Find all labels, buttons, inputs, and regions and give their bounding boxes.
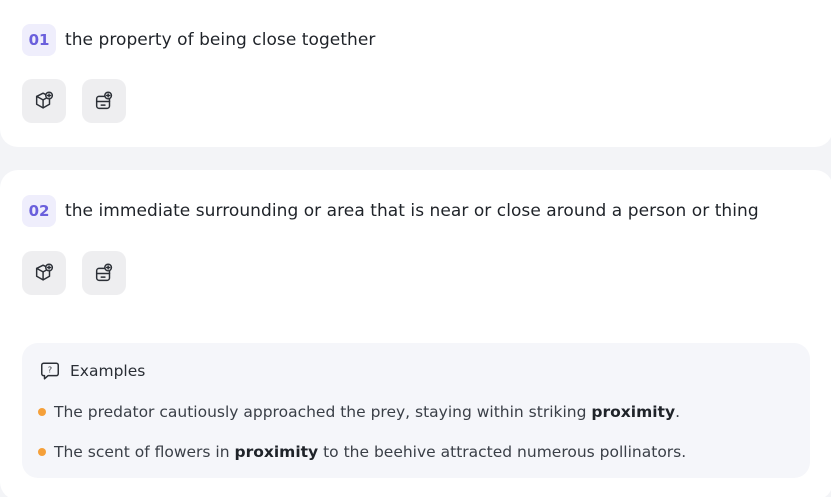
add-to-collection-button[interactable] <box>22 251 66 295</box>
svg-text:?: ? <box>48 364 52 374</box>
example-item: The scent of flowers in proximity to the… <box>38 440 686 464</box>
example-text-after: . <box>675 403 681 421</box>
example-text-before: The predator cautiously approached the p… <box>54 403 592 421</box>
definition-row-2: 02 the immediate surrounding or area tha… <box>22 195 759 227</box>
definition-row-1: 01 the property of being close together <box>22 24 375 56</box>
add-flashcard-button[interactable] <box>82 79 126 123</box>
cube-plus-icon <box>35 263 54 281</box>
definition-text: the immediate surrounding or area that i… <box>65 201 759 221</box>
definition-text: the property of being close together <box>65 30 376 50</box>
definition-actions-2 <box>22 251 126 295</box>
add-to-collection-button[interactable] <box>22 79 66 123</box>
examples-header: ? Examples <box>39 360 145 382</box>
cube-plus-icon <box>35 91 54 109</box>
example-text-after: to the beehive attracted numerous pollin… <box>318 443 687 461</box>
add-flashcard-button[interactable] <box>82 251 126 295</box>
examples-title: Examples <box>70 362 146 380</box>
card-add-icon <box>95 91 113 110</box>
example-text-before: The scent of flowers in <box>54 443 235 461</box>
examples-panel: ? Examples The predator cautiously appro… <box>22 343 810 478</box>
definition-actions-1 <box>22 79 126 123</box>
definition-card-1: 01 the property of being close together <box>0 0 831 147</box>
card-add-icon <box>95 263 113 282</box>
definition-card-2: 02 the immediate surrounding or area tha… <box>0 170 831 497</box>
example-keyword: proximity <box>234 443 319 461</box>
bullet-icon <box>38 408 46 416</box>
question-bubble-icon: ? <box>41 362 59 380</box>
example-item: The predator cautiously approached the p… <box>38 400 686 424</box>
definition-number-badge: 02 <box>22 195 56 227</box>
example-sentence: The scent of flowers in proximity to the… <box>54 443 686 461</box>
bullet-icon <box>38 448 46 456</box>
definition-number-badge: 01 <box>22 24 56 56</box>
example-keyword: proximity <box>591 403 676 421</box>
examples-list: The predator cautiously approached the p… <box>38 400 686 480</box>
example-sentence: The predator cautiously approached the p… <box>54 403 680 421</box>
